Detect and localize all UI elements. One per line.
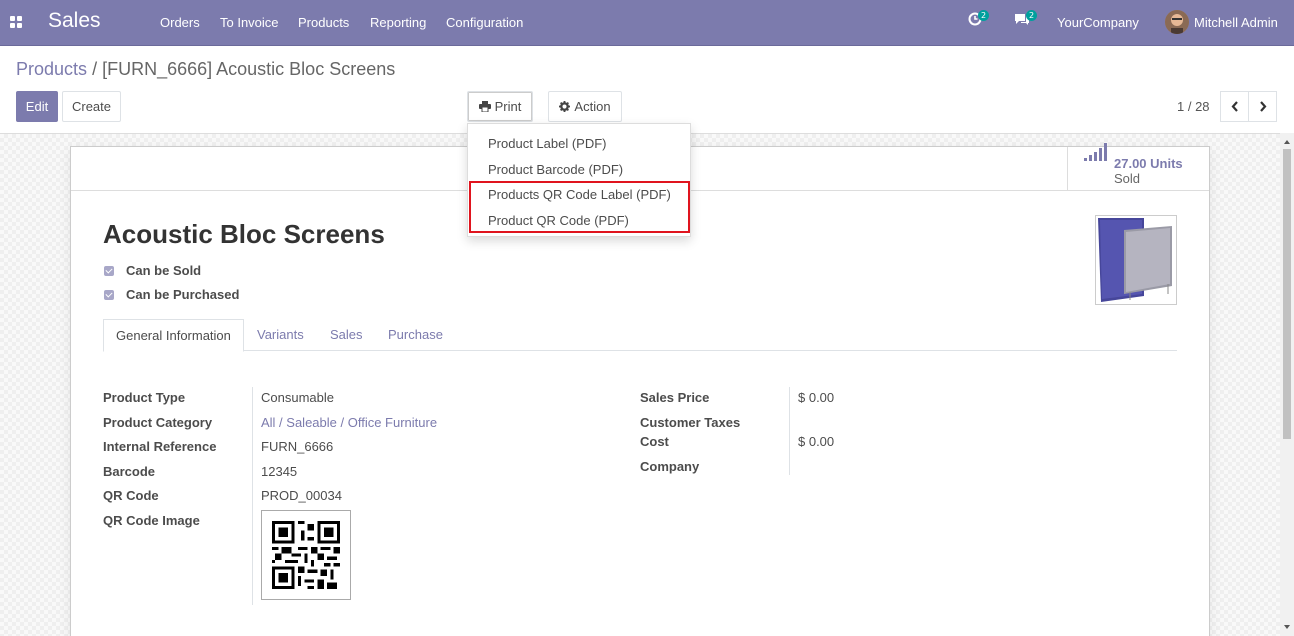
chevron-right-icon (1259, 101, 1266, 112)
company-switcher[interactable]: YourCompany (1057, 15, 1139, 30)
menu-orders[interactable]: Orders (160, 15, 200, 30)
breadcrumb: Products / [FURN_6666] Acoustic Bloc Scr… (16, 59, 395, 80)
cost-value: $ 0.00 (798, 434, 835, 449)
barcode-value: 12345 (261, 464, 298, 479)
pager-value[interactable]: 1 / 28 (1177, 99, 1210, 114)
can-be-purchased-row: Can be Purchased (104, 287, 239, 302)
can-be-sold-row: Can be Sold (104, 263, 201, 278)
activity-clock-icon[interactable]: 2 (968, 10, 990, 29)
product-category-label: Product Category (103, 415, 213, 430)
printer-icon (478, 101, 491, 112)
qr-code-image[interactable] (261, 510, 351, 600)
menu-reporting[interactable]: Reporting (370, 15, 426, 30)
tab-sales[interactable]: Sales (330, 327, 363, 342)
messages-chat-icon[interactable]: 2 (1014, 10, 1038, 29)
customer-taxes-label: Customer Taxes (640, 415, 741, 430)
sales-price-value: $ 0.00 (798, 390, 835, 405)
can-be-purchased-checkbox[interactable] (104, 289, 114, 300)
left-field-divider (252, 387, 253, 605)
print-product-barcode-pdf[interactable]: Product Barcode (PDF) (488, 162, 623, 177)
notebook-tabs: General Information Variants Sales Purch… (103, 319, 1177, 352)
gear-icon (559, 101, 571, 112)
pager-next-button[interactable] (1248, 91, 1277, 122)
action-button-label: Action (574, 99, 611, 114)
messages-badge: 2 (1026, 10, 1038, 21)
product-image[interactable] (1095, 215, 1177, 305)
breadcrumb-products-link[interactable]: Products (16, 59, 87, 79)
product-type-label: Product Type (103, 390, 186, 405)
can-be-sold-checkbox[interactable] (104, 265, 114, 276)
barcode-label: Barcode (103, 464, 156, 479)
breadcrumb-separator: / (92, 59, 98, 79)
menu-configuration[interactable]: Configuration (446, 15, 523, 30)
pager-previous-button[interactable] (1220, 91, 1249, 122)
create-button[interactable]: Create (62, 91, 121, 122)
right-field-divider (789, 387, 790, 475)
product-name: Acoustic Bloc Screens (103, 219, 385, 249)
menu-to-invoice[interactable]: To Invoice (220, 15, 279, 30)
can-be-sold-label: Can be Sold (126, 263, 202, 278)
scrollbar-thumb[interactable] (1283, 149, 1291, 439)
internal-reference-label: Internal Reference (103, 439, 217, 454)
print-button[interactable]: Print (467, 91, 533, 122)
qr-code-image-label: QR Code Image (103, 513, 200, 528)
print-product-label-pdf[interactable]: Product Label (PDF) (488, 136, 607, 151)
tab-purchase[interactable]: Purchase (388, 327, 443, 342)
top-navbar: Sales Orders To Invoice Products Reporti… (0, 0, 1294, 46)
tab-general-information[interactable]: General Information (103, 319, 244, 352)
units-sold-value: 27.00 Units (1114, 156, 1183, 171)
scroll-up-icon[interactable] (1280, 136, 1294, 148)
chevron-left-icon (1231, 101, 1238, 112)
units-sold-smart-button[interactable]: 27.00 Units Sold (1067, 143, 1209, 190)
app-name[interactable]: Sales (48, 9, 101, 33)
internal-reference-value: FURN_6666 (261, 439, 334, 454)
vertical-scrollbar[interactable] (1280, 133, 1294, 636)
activity-badge: 2 (978, 10, 990, 21)
breadcrumb-current: [FURN_6666] Acoustic Bloc Screens (102, 59, 396, 79)
qr-code-value: PROD_00034 (261, 488, 342, 503)
print-button-label: Print (494, 99, 522, 114)
edit-button[interactable]: Edit (16, 91, 58, 122)
cost-label: Cost (640, 434, 669, 449)
user-avatar[interactable] (1165, 10, 1189, 34)
qr-options-highlight-box (469, 181, 690, 233)
qr-code-label: QR Code (103, 488, 159, 503)
user-menu[interactable]: Mitchell Admin (1194, 15, 1278, 30)
sales-price-label: Sales Price (640, 390, 710, 405)
can-be-purchased-label: Can be Purchased (126, 287, 240, 302)
scroll-down-icon[interactable] (1280, 621, 1294, 633)
apps-menu-icon[interactable] (10, 16, 23, 29)
tab-variants[interactable]: Variants (257, 327, 304, 342)
action-button[interactable]: Action (548, 91, 622, 122)
product-category-link[interactable]: All / Saleable / Office Furniture (261, 415, 437, 430)
product-type-value: Consumable (261, 390, 334, 405)
company-label: Company (640, 459, 700, 474)
menu-products[interactable]: Products (298, 15, 349, 30)
units-sold-label: Sold (1114, 171, 1141, 186)
